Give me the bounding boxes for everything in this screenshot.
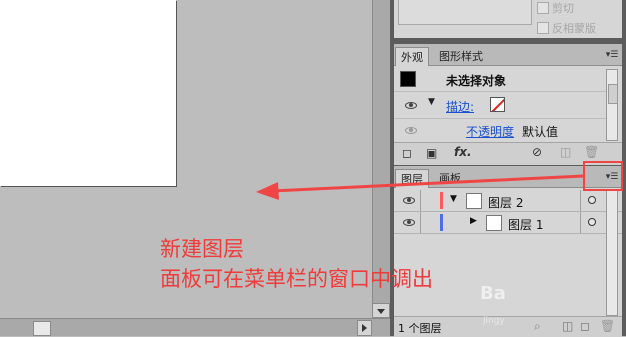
annotation-line-2: 面板可在菜单栏的窗口中调出 [160,267,433,291]
watermark-sub: jingy [483,316,505,326]
watermark-logo: Ba [480,283,506,304]
annotation-text: 新建图层 面板可在菜单栏的窗口中调出 [160,234,433,294]
annotation-line-1: 新建图层 [160,237,244,261]
highlight-box [583,161,623,191]
